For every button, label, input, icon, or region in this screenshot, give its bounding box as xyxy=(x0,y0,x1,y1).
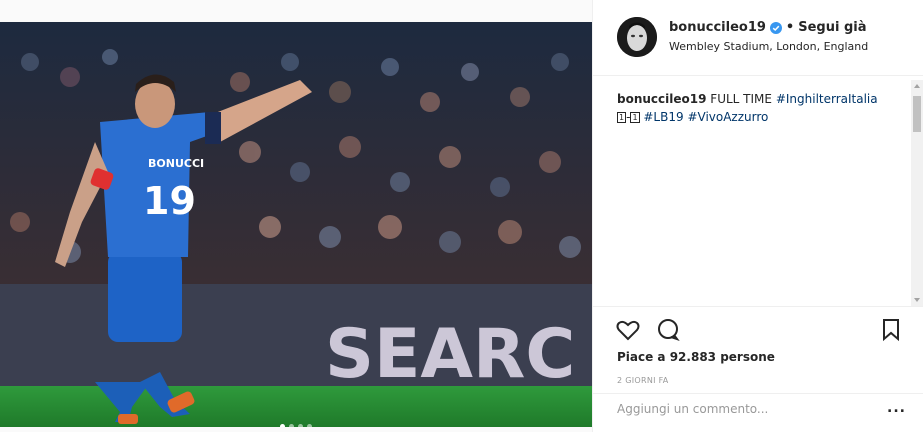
svg-text:SEARC: SEARC xyxy=(325,315,575,394)
scroll-up-arrow-icon[interactable] xyxy=(914,84,920,88)
svg-text:19: 19 xyxy=(143,179,196,223)
header-line: bonuccileo19 • Segui già xyxy=(669,20,867,35)
caption-scrollbar[interactable] xyxy=(911,80,923,306)
football-player-photo: SEARC BONUCCI 19 xyxy=(0,22,592,427)
carousel-dot[interactable] xyxy=(307,424,312,427)
hashtag-link[interactable]: #VivoAzzurro xyxy=(687,110,768,124)
follow-button[interactable]: Segui già xyxy=(798,20,866,35)
avatar-image xyxy=(617,17,657,57)
carousel-dots xyxy=(0,424,592,427)
comment-row: ... xyxy=(593,393,923,432)
scroll-down-arrow-icon[interactable] xyxy=(914,298,920,302)
score-home-badge: 1 xyxy=(617,112,627,123)
carousel-dot[interactable] xyxy=(289,424,294,427)
verified-badge-icon xyxy=(769,21,782,34)
location-link[interactable]: Wembley Stadium, London, England xyxy=(669,40,868,53)
score-away-badge: 1 xyxy=(630,112,640,123)
post-timestamp[interactable]: 2 GIORNI FA xyxy=(617,376,669,385)
carousel-dot[interactable] xyxy=(298,424,303,427)
header-username[interactable]: bonuccileo19 xyxy=(669,20,766,35)
instagram-post-page: SEARC BONUCCI 19 bonuccileo19 • Segui gi… xyxy=(0,0,923,432)
heart-icon[interactable] xyxy=(615,317,641,343)
bookmark-icon[interactable] xyxy=(878,317,904,343)
scrollbar-thumb[interactable] xyxy=(913,96,921,132)
caption-text: FULL TIME xyxy=(710,92,772,106)
more-options-button[interactable]: ... xyxy=(887,400,906,416)
svg-text:BONUCCI: BONUCCI xyxy=(148,157,204,170)
post-caption: bonuccileo19 FULL TIME #InghilterraItali… xyxy=(617,90,903,126)
carousel-dot[interactable] xyxy=(280,424,285,427)
hashtag-link[interactable]: #InghilterraItalia xyxy=(776,92,878,106)
comment-icon[interactable] xyxy=(655,317,681,343)
likes-count[interactable]: Piace a 92.883 persone xyxy=(617,350,775,364)
post-header: bonuccileo19 • Segui già Wembley Stadium… xyxy=(593,0,923,76)
post-photo[interactable]: SEARC BONUCCI 19 xyxy=(0,22,592,427)
post-actions: Piace a 92.883 persone 2 GIORNI FA ... xyxy=(593,306,923,426)
comment-input[interactable] xyxy=(617,402,867,416)
header-separator: • xyxy=(785,20,795,35)
avatar[interactable] xyxy=(617,17,657,57)
caption-username[interactable]: bonuccileo19 xyxy=(617,92,706,106)
post-side-panel: bonuccileo19 • Segui già Wembley Stadium… xyxy=(592,0,923,432)
hashtag-link[interactable]: #LB19 xyxy=(643,110,683,124)
